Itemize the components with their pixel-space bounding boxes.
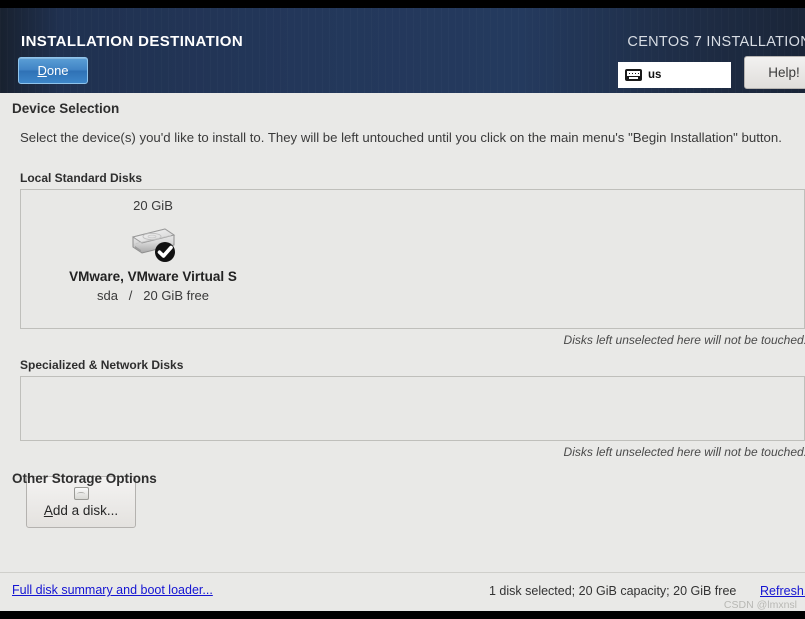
add-a-disk-label: Add a disk... [44, 503, 118, 518]
centos-installer-window: INSTALLATION DESTINATION Done CENTOS 7 I… [0, 0, 805, 619]
window-header: INSTALLATION DESTINATION Done CENTOS 7 I… [0, 8, 805, 93]
add-a-disk-mnemonic: A [43, 502, 53, 518]
specialized-disks-panel [20, 376, 805, 441]
unselected-disks-note-specialized: Disks left unselected here will not be t… [563, 445, 805, 459]
refresh-link[interactable]: Refresh... [760, 584, 805, 598]
installation-context-label: CENTOS 7 INSTALLATION [627, 34, 805, 50]
disk-tile-sda[interactable]: 20 GiB VMware, VMware Virtual S sda / 20… [33, 198, 273, 303]
disk-icon [73, 486, 89, 500]
disk-selection-status: 1 disk selected; 20 GiB capacity; 20 GiB… [489, 584, 737, 598]
disk-model-name: VMware, VMware Virtual S [69, 269, 237, 284]
done-button-label: one [46, 63, 69, 78]
disk-device-info: sda / 20 GiB free [33, 288, 273, 303]
watermark-label: CSDN @lmxnsl [723, 599, 797, 611]
add-a-disk-rest: dd a disk... [52, 502, 119, 518]
unselected-disks-note-local: Disks left unselected here will not be t… [563, 333, 805, 347]
local-standard-disks-heading: Local Standard Disks [20, 171, 143, 185]
main-content: Device Selection Select the device(s) yo… [0, 93, 805, 572]
done-button-mnemonic: D [37, 63, 47, 78]
keyboard-layout-label: us [648, 69, 662, 81]
specialized-network-disks-heading: Specialized & Network Disks [20, 358, 184, 372]
hard-disk-icon [127, 221, 179, 265]
device-selection-description: Select the device(s) you'd like to insta… [20, 130, 782, 145]
done-button[interactable]: Done [18, 57, 88, 84]
disk-capacity: 20 GiB [133, 198, 173, 213]
window-footer: Full disk summary and boot loader... 1 d… [0, 572, 805, 611]
keyboard-layout-indicator[interactable]: us [618, 62, 731, 88]
other-storage-options-heading: Other Storage Options [12, 471, 157, 486]
page-title: INSTALLATION DESTINATION [21, 33, 244, 50]
help-button[interactable]: Help! [744, 56, 805, 89]
keyboard-icon [625, 69, 642, 81]
disk-separator: / [128, 288, 133, 303]
disk-free-space: 20 GiB free [143, 288, 210, 303]
local-disks-panel: 20 GiB VMware, VMware Virtual S sda / 20… [20, 189, 805, 329]
disk-device-node: sda [96, 288, 118, 303]
device-selection-heading: Device Selection [12, 101, 120, 116]
full-disk-summary-link[interactable]: Full disk summary and boot loader... [12, 583, 213, 597]
